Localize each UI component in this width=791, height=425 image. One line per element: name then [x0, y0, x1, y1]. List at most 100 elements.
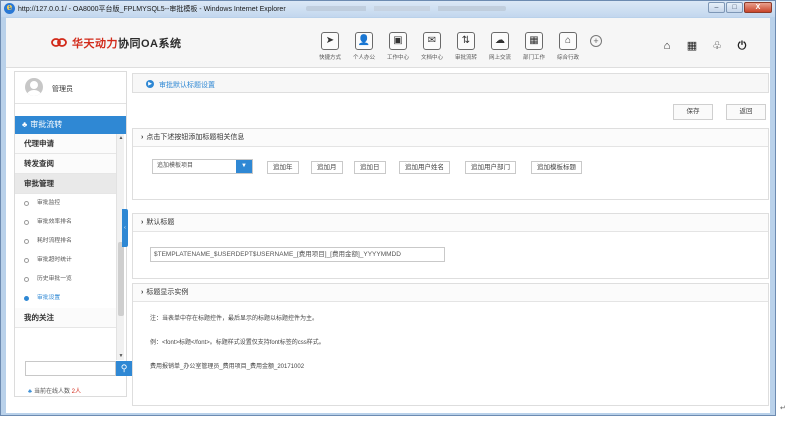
menu-group[interactable]: 代理申请: [15, 134, 116, 154]
nav-item[interactable]: 👤 个人办公: [349, 32, 379, 61]
append-button[interactable]: 追加用户姓名: [399, 161, 450, 174]
add-nav-icon[interactable]: +: [590, 35, 602, 47]
bullet-icon: [24, 296, 29, 301]
chevron-right-icon: ›: [141, 134, 144, 141]
online-count: 2人: [71, 389, 81, 395]
nav-item[interactable]: ✉ 文档中心: [417, 32, 447, 61]
menu-sub-item[interactable]: 审批设置: [15, 289, 116, 308]
menu-header[interactable]: ♣ 审批流转: [15, 116, 126, 134]
calendar-icon[interactable]: ▦: [525, 32, 543, 50]
menu-sub-item[interactable]: 耗时流程排名: [15, 232, 116, 251]
nav-item[interactable]: ⌂ 综合行政: [553, 32, 583, 61]
breadcrumb: ▶ 审批默认标题设置: [132, 73, 769, 93]
maximize-button[interactable]: □: [726, 2, 743, 13]
menu-sub-item[interactable]: 审批效率排名: [15, 213, 116, 232]
page-title: 审批默认标题设置: [159, 82, 215, 89]
arrow-circle-icon: ▶: [146, 80, 154, 88]
save-button[interactable]: 保存: [673, 104, 713, 120]
append-button[interactable]: 追加日: [354, 161, 386, 174]
bullet-icon: [24, 201, 29, 206]
title-bar: e http://127.0.0.1/ - OA8000平台版_FPLMYSQL…: [1, 1, 775, 17]
briefcase-icon[interactable]: ▣: [389, 32, 407, 50]
flow-icon[interactable]: ⇅: [457, 32, 475, 50]
chat-icon[interactable]: ☁: [491, 32, 509, 50]
nav-item[interactable]: ▣ 工作中心: [383, 32, 413, 61]
online-users: ♣ 当前在线人数 2人: [28, 386, 81, 395]
top-nav: ➤ 快捷方式 👤 个人办公 ▣ 工作中心 ✉ 文档中心 ⇅ 审批流转 ☁ 网上交流 ▦ 部门工作 ⌂ 综合行政…: [315, 32, 602, 61]
nav-label: 网上交流: [488, 55, 511, 61]
grid-icon[interactable]: ▦: [686, 40, 698, 52]
close-button[interactable]: X: [744, 2, 772, 13]
user-box: 管理员: [15, 72, 126, 104]
sidebar-collapse-button[interactable]: ‹: [122, 209, 128, 247]
power-icon[interactable]: ⏻: [736, 40, 748, 52]
avatar[interactable]: [25, 78, 43, 96]
append-panel-title: 点击下述按钮添加标题相关信息: [146, 134, 245, 141]
append-panel: › 点击下述按钮添加标题相关信息 追加模板项目 ▼ 追加年 追加月 追加日 追加用户姓名 追…: [132, 128, 769, 200]
nav-item[interactable]: ▦ 部门工作: [519, 32, 549, 61]
scroll-down-arrow-icon[interactable]: ▼: [117, 352, 125, 360]
menu-sub-label: 审批超时统计: [37, 257, 72, 263]
menu-group[interactable]: 审批管理: [15, 174, 116, 194]
default-title-panel: › 默认标题 $TEMPLATENAME_$USERDEPT$USERNAME_[…: [132, 213, 769, 279]
menu-sub-item[interactable]: 历史审批一览: [15, 270, 116, 289]
menu-sub-item[interactable]: 审批超时统计: [15, 251, 116, 270]
browser-content: 华天动力协同OA系统 ➤ 快捷方式 👤 个人办公 ▣ 工作中心 ✉ 文档中心 ⇅ 审批流转 ☁ 网上交…: [6, 18, 770, 413]
person-icon[interactable]: 👤: [355, 32, 373, 50]
sidebar-search-input[interactable]: [25, 361, 116, 376]
menu-title: 审批流转: [30, 120, 63, 129]
nav-item[interactable]: ➤ 快捷方式: [315, 32, 345, 61]
home-icon[interactable]: ⌂: [661, 40, 673, 52]
brand-title: 华天动力协同OA系统: [72, 35, 182, 51]
default-title-header: › 默认标题: [133, 214, 768, 232]
nav-label: 工作中心: [386, 55, 409, 61]
shirt-icon[interactable]: ♧: [711, 40, 723, 52]
nav-label: 个人办公: [352, 55, 375, 61]
menu-sub-label: 审批设置: [37, 295, 61, 301]
scroll-up-arrow-icon[interactable]: ▲: [117, 134, 125, 142]
menu-sub-label: 耗时流程排名: [37, 238, 72, 244]
append-panel-header: › 点击下述按钮添加标题相关信息: [133, 129, 768, 147]
menu-group[interactable]: 我的关注: [15, 308, 116, 328]
building-icon[interactable]: ⌂: [559, 32, 577, 50]
example-panel: › 标题显示实例 注：当表单中存在标题控件，最后显示的标题以标题控件为主。 例：<…: [132, 283, 769, 406]
nav-item[interactable]: ⇅ 审批流转: [451, 32, 481, 61]
nav-label: 文档中心: [420, 55, 443, 61]
blurred-title-area: [306, 6, 506, 11]
brand-prefix: 华天动力: [72, 38, 118, 50]
scroll-thumb[interactable]: [118, 242, 124, 316]
search-icon[interactable]: ⚲: [116, 361, 132, 376]
menu-sub-label: 审批监控: [37, 200, 61, 206]
minimize-button[interactable]: –: [708, 2, 725, 13]
nav-label: 部门工作: [522, 55, 545, 61]
example-note-2: 例：<font>标题</font>。标题样式设置仅支持font标签的css样式。: [150, 340, 325, 346]
menu-sub-label: 审批效率排名: [37, 219, 72, 225]
append-button[interactable]: 追加模板标题: [531, 161, 582, 174]
sidebar: 管理员 ♣ 审批流转 代理申请 转发查阅 审批管理 审批监控 审批效率排名 耗时流程排名 审批…: [14, 71, 127, 397]
menu-sub-item[interactable]: 审批监控: [15, 194, 116, 213]
example-note-1: 注：当表单中存在标题控件，最后显示的标题以标题控件为主。: [150, 316, 319, 322]
paragraph-mark: ↵: [780, 405, 786, 412]
example-panel-header: › 标题显示实例: [133, 284, 768, 302]
append-button[interactable]: 追加月: [311, 161, 343, 174]
template-item-select[interactable]: 追加模板项目 ▼: [152, 159, 253, 174]
sidebar-scrollbar[interactable]: ▲ ▼: [116, 134, 124, 360]
append-button[interactable]: 追加年: [267, 161, 299, 174]
bullet-icon: [24, 277, 29, 282]
send-icon[interactable]: ➤: [321, 32, 339, 50]
back-button[interactable]: 返回: [726, 104, 766, 120]
document-icon[interactable]: ✉: [423, 32, 441, 50]
window-title: http://127.0.0.1/ - OA8000平台版_FPLMYSQL5-…: [18, 6, 286, 13]
dropdown-arrow-icon[interactable]: ▼: [236, 160, 252, 173]
template-item-select-value: 追加模板项目: [157, 163, 194, 169]
menu-group[interactable]: 转发查阅: [15, 154, 116, 174]
app-header: 华天动力协同OA系统 ➤ 快捷方式 👤 个人办公 ▣ 工作中心 ✉ 文档中心 ⇅ 审批流转 ☁ 网上交…: [6, 18, 770, 68]
bullet-icon: [24, 258, 29, 263]
default-title-input[interactable]: $TEMPLATENAME_$USERDEPT$USERNAME_[费用项目]_…: [150, 247, 445, 262]
append-button[interactable]: 追加用户部门: [465, 161, 516, 174]
nav-label: 快捷方式: [318, 55, 341, 61]
browser-window: e http://127.0.0.1/ - OA8000平台版_FPLMYSQL…: [0, 0, 776, 416]
brand-suffix: 协同OA系统: [118, 38, 182, 50]
chevron-right-icon: ›: [141, 289, 144, 296]
nav-item[interactable]: ☁ 网上交流: [485, 32, 515, 61]
